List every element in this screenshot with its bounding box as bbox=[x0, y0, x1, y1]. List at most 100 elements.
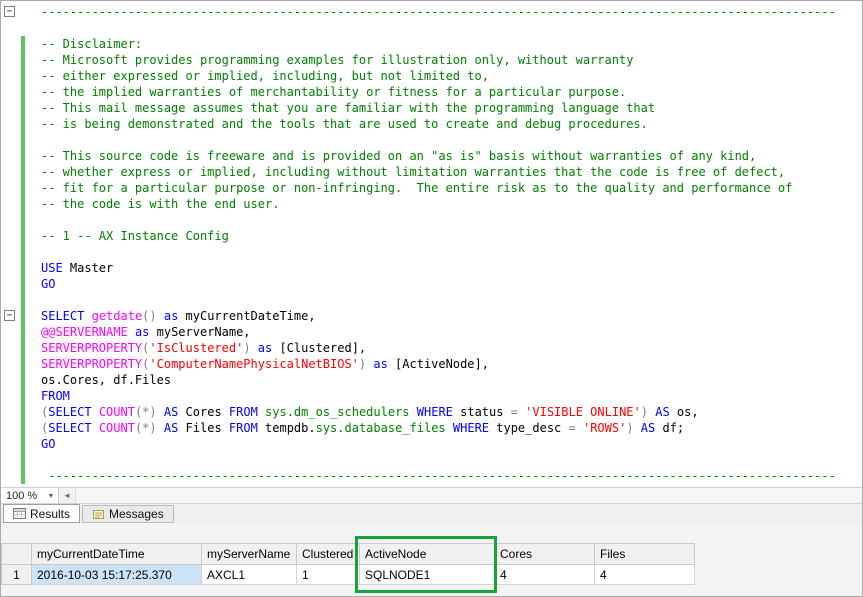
results-grid: myCurrentDateTimemyServerNameClusteredAc… bbox=[1, 543, 695, 585]
code-line-text[interactable]: -- 1 -- AX Instance Config bbox=[41, 228, 229, 244]
outline-gutter bbox=[1, 132, 21, 148]
code-token: os, bbox=[670, 405, 699, 419]
code-token: myServerName, bbox=[149, 325, 250, 339]
outline-gutter bbox=[1, 244, 21, 260]
column-header-mycurrentdatetime[interactable]: myCurrentDateTime bbox=[32, 544, 202, 565]
outline-gutter bbox=[1, 196, 21, 212]
grid-cell-mycurrentdatetime[interactable]: 2016-10-03 15:17:25.370 bbox=[32, 565, 202, 585]
code-line-text[interactable]: ----------------------------------------… bbox=[41, 468, 836, 484]
code-token: AS bbox=[164, 405, 178, 419]
change-tracking-bar bbox=[21, 324, 25, 340]
code-line-text[interactable]: @@SERVERNAME as myServerName, bbox=[41, 324, 251, 340]
outline-gutter bbox=[1, 420, 21, 436]
grid-cell-clustered[interactable]: 1 bbox=[297, 565, 360, 585]
code-line-text[interactable]: ----------------------------------------… bbox=[41, 4, 836, 20]
outline-gutter bbox=[1, 292, 21, 308]
code-token: -- either expressed or implied, includin… bbox=[41, 69, 489, 83]
code-token bbox=[157, 309, 164, 323]
code-token: myCurrentDateTime, bbox=[178, 309, 315, 323]
code-line-text[interactable]: -- This mail message assumes that you ar… bbox=[41, 100, 655, 116]
grid-cell-files[interactable]: 4 bbox=[595, 565, 695, 585]
code-line-text[interactable]: -- is being demonstrated and the tools t… bbox=[41, 116, 648, 132]
code-line-text[interactable]: SERVERPROPERTY('IsClustered') as [Cluste… bbox=[41, 340, 366, 356]
code-line bbox=[1, 452, 862, 468]
code-line-text[interactable]: (SELECT COUNT(*) AS Cores FROM sys.dm_os… bbox=[41, 404, 699, 420]
grid-cell-myservername[interactable]: AXCL1 bbox=[202, 565, 297, 585]
code-line: SERVERPROPERTY('ComputerNamePhysicalNetB… bbox=[1, 356, 862, 372]
change-tracking-bar bbox=[21, 276, 25, 292]
change-tracking-bar bbox=[21, 20, 25, 36]
code-line-text[interactable]: (SELECT COUNT(*) AS Files FROM tempdb.sy… bbox=[41, 420, 684, 436]
sql-code-editor[interactable]: − ---------------------------------------… bbox=[1, 1, 862, 487]
code-token: SERVERPROPERTY bbox=[41, 341, 142, 355]
tab-messages[interactable]: Messages bbox=[82, 505, 174, 523]
code-line-text[interactable]: os.Cores, df.Files bbox=[41, 372, 171, 388]
outline-gutter bbox=[1, 52, 21, 68]
collapse-toggle-icon[interactable]: − bbox=[4, 310, 15, 321]
code-token bbox=[92, 405, 99, 419]
code-token: SELECT bbox=[48, 405, 91, 419]
code-line-text[interactable]: GO bbox=[41, 276, 55, 292]
code-line-text[interactable]: SELECT getdate() as myCurrentDateTime, bbox=[41, 308, 316, 324]
code-token: -- is being demonstrated and the tools t… bbox=[41, 117, 648, 131]
code-line-text[interactable]: -- This source code is freeware and is p… bbox=[41, 148, 756, 164]
column-header-myservername[interactable]: myServerName bbox=[202, 544, 297, 565]
collapse-toggle-icon[interactable]: − bbox=[4, 6, 15, 17]
code-line: -- Microsoft provides programming exampl… bbox=[1, 52, 862, 68]
code-line-text[interactable]: SERVERPROPERTY('ComputerNamePhysicalNetB… bbox=[41, 356, 489, 372]
outline-gutter bbox=[1, 452, 21, 468]
code-line-text[interactable]: -- fit for a particular purpose or non-i… bbox=[41, 180, 792, 196]
column-header-cores[interactable]: Cores bbox=[495, 544, 595, 565]
outline-gutter bbox=[1, 324, 21, 340]
scroll-left-button[interactable]: ◄ bbox=[59, 488, 76, 503]
outline-gutter bbox=[1, 372, 21, 388]
outline-gutter bbox=[1, 468, 21, 484]
code-line-text[interactable]: -- Disclaimer: bbox=[41, 36, 142, 52]
grid-cell-activenode[interactable]: SQLNODE1 bbox=[360, 565, 495, 585]
code-line: -- is being demonstrated and the tools t… bbox=[1, 116, 862, 132]
outline-gutter bbox=[1, 148, 21, 164]
code-line: -- the implied warranties of merchantabi… bbox=[1, 84, 862, 100]
code-token: FROM bbox=[41, 389, 70, 403]
change-tracking-bar bbox=[21, 212, 25, 228]
tab-results[interactable]: Results bbox=[3, 504, 80, 523]
code-line-text[interactable]: -- either expressed or implied, includin… bbox=[41, 68, 489, 84]
column-header-files[interactable]: Files bbox=[595, 544, 695, 565]
code-token: SERVERPROPERTY bbox=[41, 357, 142, 371]
horizontal-scrollbar-track[interactable] bbox=[76, 488, 862, 503]
grid-cell-cores[interactable]: 4 bbox=[495, 565, 595, 585]
code-token: FROM bbox=[229, 405, 258, 419]
change-tracking-bar bbox=[21, 452, 25, 468]
column-header-activenode[interactable]: ActiveNode bbox=[360, 544, 495, 565]
code-line: -- the code is with the end user. bbox=[1, 196, 862, 212]
code-token: sys.dm_os_schedulers bbox=[258, 405, 417, 419]
change-tracking-bar bbox=[21, 420, 25, 436]
grid-corner-cell[interactable] bbox=[2, 544, 32, 565]
code-line-text[interactable]: -- whether express or implied, including… bbox=[41, 164, 785, 180]
code-token: SELECT bbox=[48, 421, 91, 435]
code-token: -- This source code is freeware and is p… bbox=[41, 149, 756, 163]
code-line-text[interactable]: FROM bbox=[41, 388, 70, 404]
code-line bbox=[1, 212, 862, 228]
column-header-clustered[interactable]: Clustered bbox=[297, 544, 360, 565]
code-line-text[interactable]: GO bbox=[41, 436, 55, 452]
code-line-text[interactable]: -- Microsoft provides programming exampl… bbox=[41, 52, 633, 68]
results-grid-area: myCurrentDateTimemyServerNameClusteredAc… bbox=[1, 523, 862, 596]
change-tracking-bar bbox=[21, 356, 25, 372]
zoom-level: 100 % bbox=[6, 490, 37, 502]
code-line: FROM bbox=[1, 388, 862, 404]
results-grid-header-row: myCurrentDateTimemyServerNameClusteredAc… bbox=[2, 544, 695, 565]
code-line-text[interactable]: USE Master bbox=[41, 260, 113, 276]
code-token bbox=[84, 309, 91, 323]
change-tracking-bar bbox=[21, 292, 25, 308]
code-line-text[interactable]: -- the implied warranties of merchantabi… bbox=[41, 84, 626, 100]
row-header[interactable]: 1 bbox=[2, 565, 32, 585]
outline-gutter bbox=[1, 180, 21, 196]
code-line: SERVERPROPERTY('IsClustered') as [Cluste… bbox=[1, 340, 862, 356]
code-line-text[interactable]: -- the code is with the end user. bbox=[41, 196, 279, 212]
code-token: Cores bbox=[178, 405, 229, 419]
zoom-control[interactable]: 100 % ▾ bbox=[1, 488, 59, 503]
code-token: USE bbox=[41, 261, 63, 275]
code-line bbox=[1, 20, 862, 36]
code-token: ) bbox=[641, 405, 648, 419]
